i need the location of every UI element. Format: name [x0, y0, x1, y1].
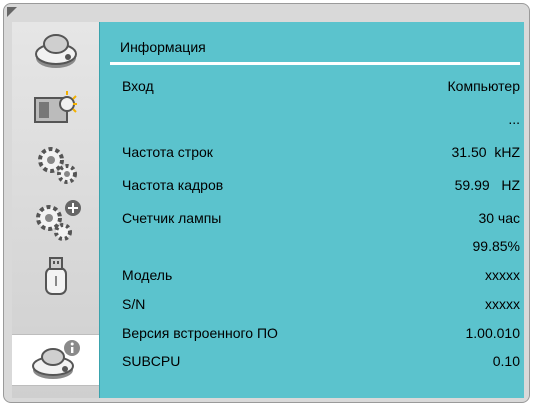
- info-row: Частота кадров 59.99 HZ: [122, 177, 520, 199]
- info-value: 30 час: [478, 210, 520, 226]
- info-row: 99.85%: [122, 238, 520, 260]
- info-label: Версия встроенного ПО: [122, 325, 278, 341]
- info-value: 0.10: [492, 353, 520, 369]
- info-label: SUBCPU: [122, 353, 181, 369]
- info-row: Частота строк 31.50 kHZ: [122, 144, 520, 166]
- nav-item-usb[interactable]: [12, 250, 99, 302]
- info-row: Версия встроенного ПО 1.00.010: [122, 325, 520, 347]
- projector-info-icon: [31, 340, 80, 379]
- info-label: Счетчик лампы: [122, 210, 222, 226]
- info-value: xxxxx: [485, 296, 520, 312]
- advanced-settings-gears-icon: [35, 200, 81, 241]
- info-row: Вход Компьютер: [122, 78, 520, 100]
- picture-settings-icon: [33, 91, 77, 123]
- info-label: Вход: [122, 78, 154, 94]
- info-row: S/N xxxxx: [122, 296, 520, 318]
- info-value: ...: [508, 111, 520, 127]
- nav-item-image[interactable]: [12, 26, 99, 78]
- usb-icon: [44, 257, 67, 295]
- info-value: 99.85%: [472, 238, 520, 254]
- info-row: SUBCPU 0.10: [122, 353, 520, 375]
- info-value: 31.50 kHZ: [451, 144, 520, 160]
- sidebar: [12, 22, 99, 398]
- info-label: Модель: [122, 267, 173, 283]
- info-value: 1.00.010: [465, 325, 521, 341]
- settings-gears-icon: [37, 147, 77, 184]
- info-row: ...: [122, 111, 520, 133]
- info-value: xxxxx: [485, 267, 520, 283]
- information-panel: Информация Вход Компьютер ... Частота ст…: [99, 22, 524, 398]
- info-row: Модель xxxxx: [122, 267, 520, 289]
- nav-item-information[interactable]: [12, 334, 99, 386]
- info-label: Частота кадров: [122, 177, 224, 193]
- info-label: S/N: [122, 296, 146, 312]
- info-row: Счетчик лампы 30 час: [122, 210, 520, 232]
- projector-icon: [34, 34, 77, 68]
- menu-frame: Информация Вход Компьютер ... Частота ст…: [3, 3, 530, 403]
- title-divider: [110, 62, 520, 65]
- info-label: Частота строк: [122, 144, 213, 160]
- nav-item-setup[interactable]: [12, 138, 99, 190]
- panel-title: Информация: [120, 39, 206, 55]
- corner-mark: [7, 7, 17, 17]
- info-value: Компьютер: [447, 78, 520, 94]
- info-value: 59.99 HZ: [454, 177, 520, 193]
- nav-item-advanced[interactable]: [12, 194, 99, 246]
- nav-item-picture[interactable]: [12, 82, 99, 134]
